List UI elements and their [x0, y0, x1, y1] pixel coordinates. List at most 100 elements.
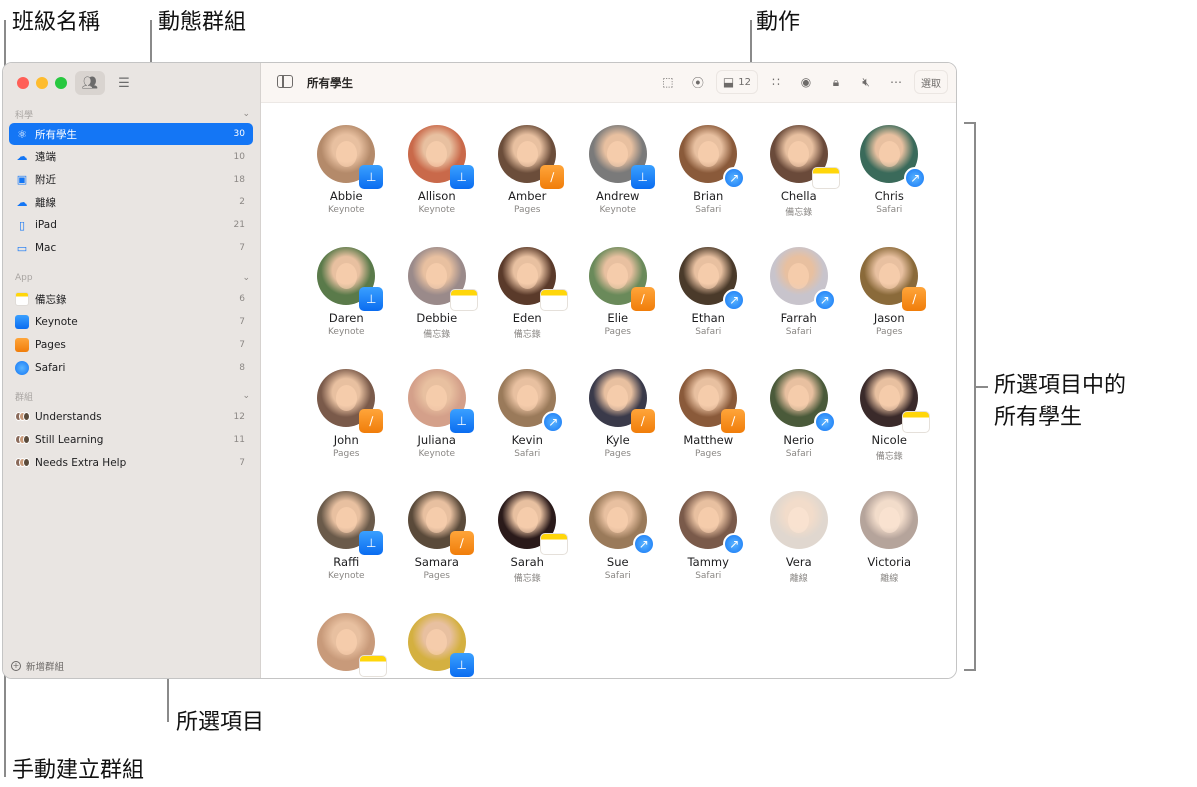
section-header[interactable]: App ⌄	[15, 271, 250, 285]
sidebar-item[interactable]: Safari 8	[9, 357, 253, 379]
hide-button[interactable]: ◉	[794, 70, 818, 94]
section-header[interactable]: 科學 ⌄	[15, 107, 250, 121]
sidebar-item[interactable]: Pages 7	[9, 334, 253, 356]
student-tile[interactable]: ⊥ Juliana Keynote	[392, 369, 483, 491]
avatar	[317, 613, 388, 677]
mute-icon: 🔇︎	[862, 74, 870, 89]
sidebar-item[interactable]: ☁ 離線 2	[9, 191, 253, 213]
student-tile[interactable]: Sarah 備忘錄	[482, 491, 573, 613]
select-button[interactable]: 選取	[914, 70, 948, 94]
callout-smart-groups: 動態群組	[158, 10, 247, 35]
student-tile[interactable]: ↗ Sue Safari	[573, 491, 664, 613]
people-view-button[interactable]: 👥︎	[75, 71, 105, 95]
student-tile[interactable]: ↗ Kevin Safari	[482, 369, 573, 491]
student-tile[interactable]: ↗ Farrah Safari	[754, 247, 845, 369]
avatar: ↗	[679, 125, 746, 189]
keynote-badge-icon: ⊥	[630, 165, 655, 189]
student-tile[interactable]: ⊥	[392, 613, 483, 678]
chevron-down-icon[interactable]: ⌄	[242, 391, 250, 401]
section-header[interactable]: 群組 ⌄	[15, 389, 250, 403]
atom-icon: ⚛	[17, 127, 27, 141]
student-tile[interactable]: ↗ Chris Safari	[844, 125, 935, 247]
student-name: Nerio	[783, 433, 815, 447]
inbox-count: 12	[738, 76, 751, 88]
student-app: Pages	[333, 449, 360, 459]
sidebar-item-label: 所有學生	[35, 128, 77, 141]
toolbar: 所有學生 ⬚ ⦿ ⬓ 12 ∷ ◉ 🔒︎ 🔇︎ ⋯ 選取	[261, 63, 956, 103]
student-tile[interactable]: ↗ Ethan Safari	[663, 247, 754, 369]
student-name: Tammy	[687, 555, 729, 569]
avatar: ↗	[588, 491, 655, 555]
student-tile[interactable]: ∕ Kyle Pages	[573, 369, 664, 491]
student-tile[interactable]	[301, 613, 392, 678]
student-name: Samara	[414, 555, 459, 569]
sidebar-item-count: 7	[239, 457, 245, 468]
sidebar-item[interactable]: Keynote 7	[9, 311, 253, 333]
sidebar-toggle-icon[interactable]	[277, 75, 293, 88]
chevron-down-icon[interactable]: ⌄	[242, 109, 250, 119]
more-button[interactable]: ⋯	[884, 70, 908, 94]
apps-button[interactable]: ∷	[764, 70, 788, 94]
student-tile[interactable]: ∕ Jason Pages	[844, 247, 935, 369]
sidebar-item-label: Safari	[35, 362, 66, 374]
student-app: Pages	[604, 327, 631, 337]
student-app: Safari	[695, 327, 722, 337]
avatar	[860, 369, 931, 433]
student-tile[interactable]: Debbie 備忘錄	[392, 247, 483, 369]
student-tile[interactable]: ∕ Amber Pages	[482, 125, 573, 247]
navigate-button[interactable]: ⦿	[686, 70, 710, 94]
list-view-button[interactable]: ☰	[109, 71, 139, 95]
sidebar-item[interactable]: ☁ 遠端 10	[9, 146, 253, 168]
sidebar-item-label: Pages	[35, 339, 66, 351]
lock-button[interactable]: 🔒︎	[824, 70, 848, 94]
student-tile[interactable]: ⊥ Andrew Keynote	[573, 125, 664, 247]
student-app: Safari	[514, 449, 541, 459]
student-tile[interactable]: ↗ Brian Safari	[663, 125, 754, 247]
mute-button[interactable]: 🔇︎	[854, 70, 878, 94]
sidebar-item[interactable]: Needs Extra Help 7	[9, 452, 253, 474]
inbox-button[interactable]: ⬓ 12	[715, 70, 758, 94]
student-tile[interactable]: ⊥ Abbie Keynote	[301, 125, 392, 247]
student-tile[interactable]: ∕ Samara Pages	[392, 491, 483, 613]
sidebar-item[interactable]: ▣ 附近 18	[9, 169, 253, 191]
pages-badge-icon: ∕	[540, 165, 565, 189]
student-tile[interactable]: ⊥ Raffi Keynote	[301, 491, 392, 613]
student-name: Daren	[328, 311, 364, 325]
layers-button[interactable]: ⬚	[656, 70, 680, 94]
student-name: Juliana	[417, 433, 456, 447]
sidebar-item[interactable]: ▭ Mac 7	[9, 237, 253, 259]
page-title: 所有學生	[307, 76, 353, 90]
student-tile[interactable]: Chella 備忘錄	[754, 125, 845, 247]
sidebar-item[interactable]: Still Learning 11	[9, 429, 253, 451]
student-tile[interactable]: ∕ Elie Pages	[573, 247, 664, 369]
safari-badge-icon: ↗	[723, 289, 746, 311]
student-name: Nicole	[871, 433, 907, 447]
close-button[interactable]	[17, 77, 29, 89]
sidebar-item[interactable]: ⚛ 所有學生 30	[9, 123, 253, 145]
add-group-button[interactable]: + 新增群組	[11, 659, 64, 673]
keynote-app-icon	[15, 315, 29, 329]
minimize-button[interactable]	[36, 77, 48, 89]
avatar: ∕	[407, 491, 474, 555]
student-tile[interactable]: ↗ Nerio Safari	[754, 369, 845, 491]
student-tile[interactable]: ∕ Matthew Pages	[663, 369, 754, 491]
student-tile[interactable]: ⊥ Daren Keynote	[301, 247, 392, 369]
student-name: Ethan	[691, 311, 725, 325]
avatar: ∕	[588, 369, 655, 433]
sidebar-item[interactable]: ▯ iPad 21	[9, 214, 253, 236]
chevron-down-icon[interactable]: ⌄	[242, 273, 250, 283]
sidebar-item[interactable]: 備忘錄 6	[9, 288, 253, 310]
student-tile[interactable]: Eden 備忘錄	[482, 247, 573, 369]
student-app: Keynote	[327, 327, 365, 337]
student-tile[interactable]: ∕ John Pages	[301, 369, 392, 491]
callout-class-name: 班級名稱	[12, 10, 101, 35]
zoom-button[interactable]	[55, 77, 67, 89]
student-tile[interactable]: Nicole 備忘錄	[844, 369, 935, 491]
student-tile[interactable]: ⊥ Allison Keynote	[392, 125, 483, 247]
student-tile[interactable]: ↗ Tammy Safari	[663, 491, 754, 613]
student-tile[interactable]: Vera 離線	[754, 491, 845, 613]
group-avatars-icon	[15, 433, 30, 447]
sidebar-item[interactable]: Understands 12	[9, 406, 253, 428]
student-name: Farrah	[780, 311, 817, 325]
student-tile[interactable]: Victoria 離線	[844, 491, 935, 613]
